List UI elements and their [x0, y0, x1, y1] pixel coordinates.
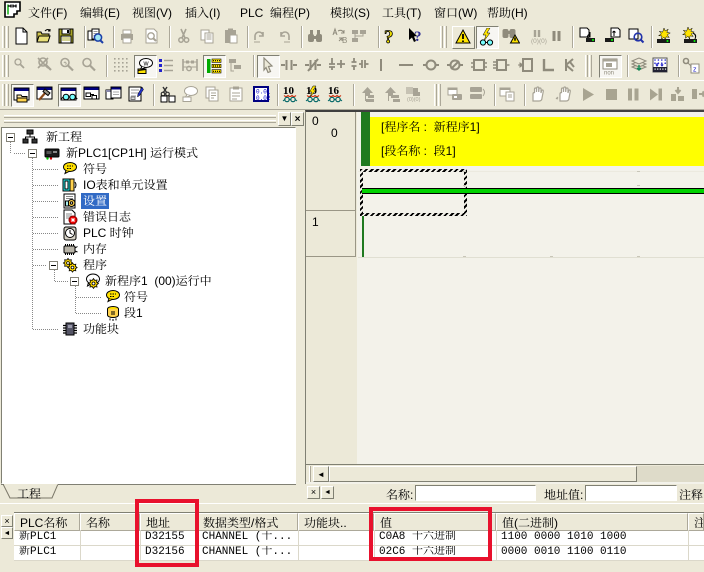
svg-text:non: non — [604, 71, 614, 76]
svg-text:?: ? — [384, 27, 394, 45]
svg-text:(0)(0): (0)(0) — [407, 97, 421, 103]
svg-text:?: ? — [414, 29, 422, 45]
svg-text:10: 10 — [283, 85, 295, 97]
svg-text:16: 16 — [328, 85, 340, 97]
svg-text:z: z — [693, 67, 697, 74]
svg-text:w: w — [143, 61, 150, 68]
svg-text:B: B — [342, 36, 347, 45]
svg-text:0.02: 0.02 — [256, 95, 270, 102]
svg-text:(0)(0): (0)(0) — [531, 38, 547, 45]
